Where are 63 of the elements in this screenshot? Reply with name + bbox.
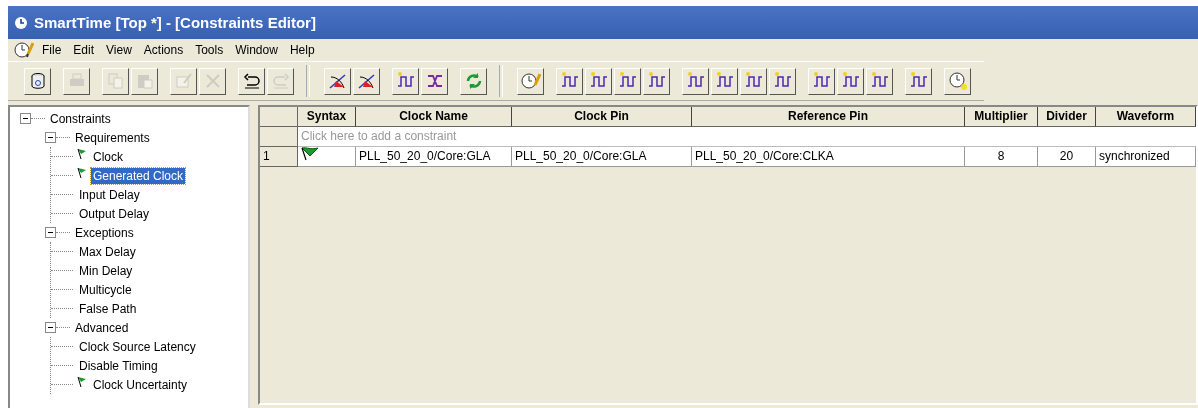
toolbar-button[interactable] <box>614 67 641 95</box>
toolbar-button[interactable] <box>353 67 380 95</box>
copy-icon <box>105 71 126 91</box>
tree-item[interactable]: Requirements <box>73 129 152 146</box>
undo-icon <box>241 71 262 91</box>
tree-item[interactable]: False Path <box>77 300 139 317</box>
toolbar-button[interactable] <box>460 67 487 95</box>
toolbar-button[interactable] <box>643 67 670 95</box>
menu-item[interactable]: Edit <box>69 43 103 57</box>
tree-item[interactable]: Output Delay <box>77 205 152 222</box>
tree-item[interactable]: Input Delay <box>77 186 142 203</box>
clock-icon <box>947 71 968 91</box>
toolbar-button[interactable] <box>392 67 419 95</box>
collapse-toggle[interactable] <box>45 322 56 333</box>
toolbar-button[interactable] <box>682 67 709 95</box>
toolbar-button[interactable] <box>421 67 448 95</box>
toolbar-button[interactable] <box>740 67 767 95</box>
tree-item[interactable]: Constraints <box>48 110 113 127</box>
collapse-toggle[interactable] <box>45 132 56 143</box>
menu-item[interactable]: Window <box>231 43 286 57</box>
menu-item[interactable]: Actions <box>139 43 192 57</box>
toolbar-button[interactable] <box>585 67 612 95</box>
toolbar-button[interactable] <box>944 67 971 95</box>
clock-edit-icon <box>520 71 541 91</box>
table-cell: synchronized <box>1096 147 1196 167</box>
tree-item[interactable]: Multicycle <box>77 281 134 298</box>
collapse-toggle[interactable] <box>45 227 56 238</box>
window-title: SmartTime [Top *] - [Constraints Editor] <box>34 14 316 31</box>
toolbar-button[interactable] <box>711 67 738 95</box>
redo-icon <box>270 71 291 91</box>
tree-item[interactable]: Advanced <box>73 319 131 336</box>
tree-item[interactable]: Clock Source Latency <box>77 338 198 355</box>
menu-item[interactable]: View <box>102 43 140 57</box>
collapse-toggle[interactable] <box>20 113 31 124</box>
toolbar-button[interactable] <box>837 67 864 95</box>
toolbar-button[interactable] <box>24 67 51 95</box>
tree-item[interactable]: Clock <box>91 148 125 165</box>
toolbar-button[interactable] <box>517 67 544 95</box>
tree-item[interactable]: Disable Timing <box>77 357 160 374</box>
tree-item[interactable]: Exceptions <box>73 224 136 241</box>
toolbar-button[interactable] <box>866 67 893 95</box>
toolbar-button[interactable] <box>769 67 796 95</box>
toolbar-button[interactable] <box>905 67 932 95</box>
menu-item[interactable]: File <box>38 43 70 57</box>
table-cell: 8 <box>965 147 1038 167</box>
table-cell: PLL_50_20_0/Core:GLA <box>512 147 692 167</box>
table-cell: PLL_50_20_0/Core:GLA <box>356 147 512 167</box>
menu-item[interactable]: Tools <box>191 43 232 57</box>
tree-item[interactable]: Generated Clock <box>91 167 186 184</box>
clock-pencil-icon[interactable] <box>14 40 34 60</box>
toolbar-button[interactable] <box>808 67 835 95</box>
toolbar-button[interactable] <box>238 67 265 95</box>
tree-item[interactable]: Clock Uncertainty <box>91 376 190 393</box>
clock-icon <box>14 15 28 30</box>
edit-icon <box>173 71 194 91</box>
menu-item[interactable]: Help <box>285 43 323 57</box>
toolbar-button[interactable] <box>324 67 351 95</box>
table-cell: PLL_50_20_0/Core:CLKA <box>692 147 965 167</box>
tree-item[interactable]: Min Delay <box>77 262 135 279</box>
table-cell: 20 <box>1038 147 1096 167</box>
toolbar-button[interactable] <box>556 67 583 95</box>
tree-item[interactable]: Max Delay <box>77 243 138 260</box>
row-number: 1 <box>260 147 298 167</box>
